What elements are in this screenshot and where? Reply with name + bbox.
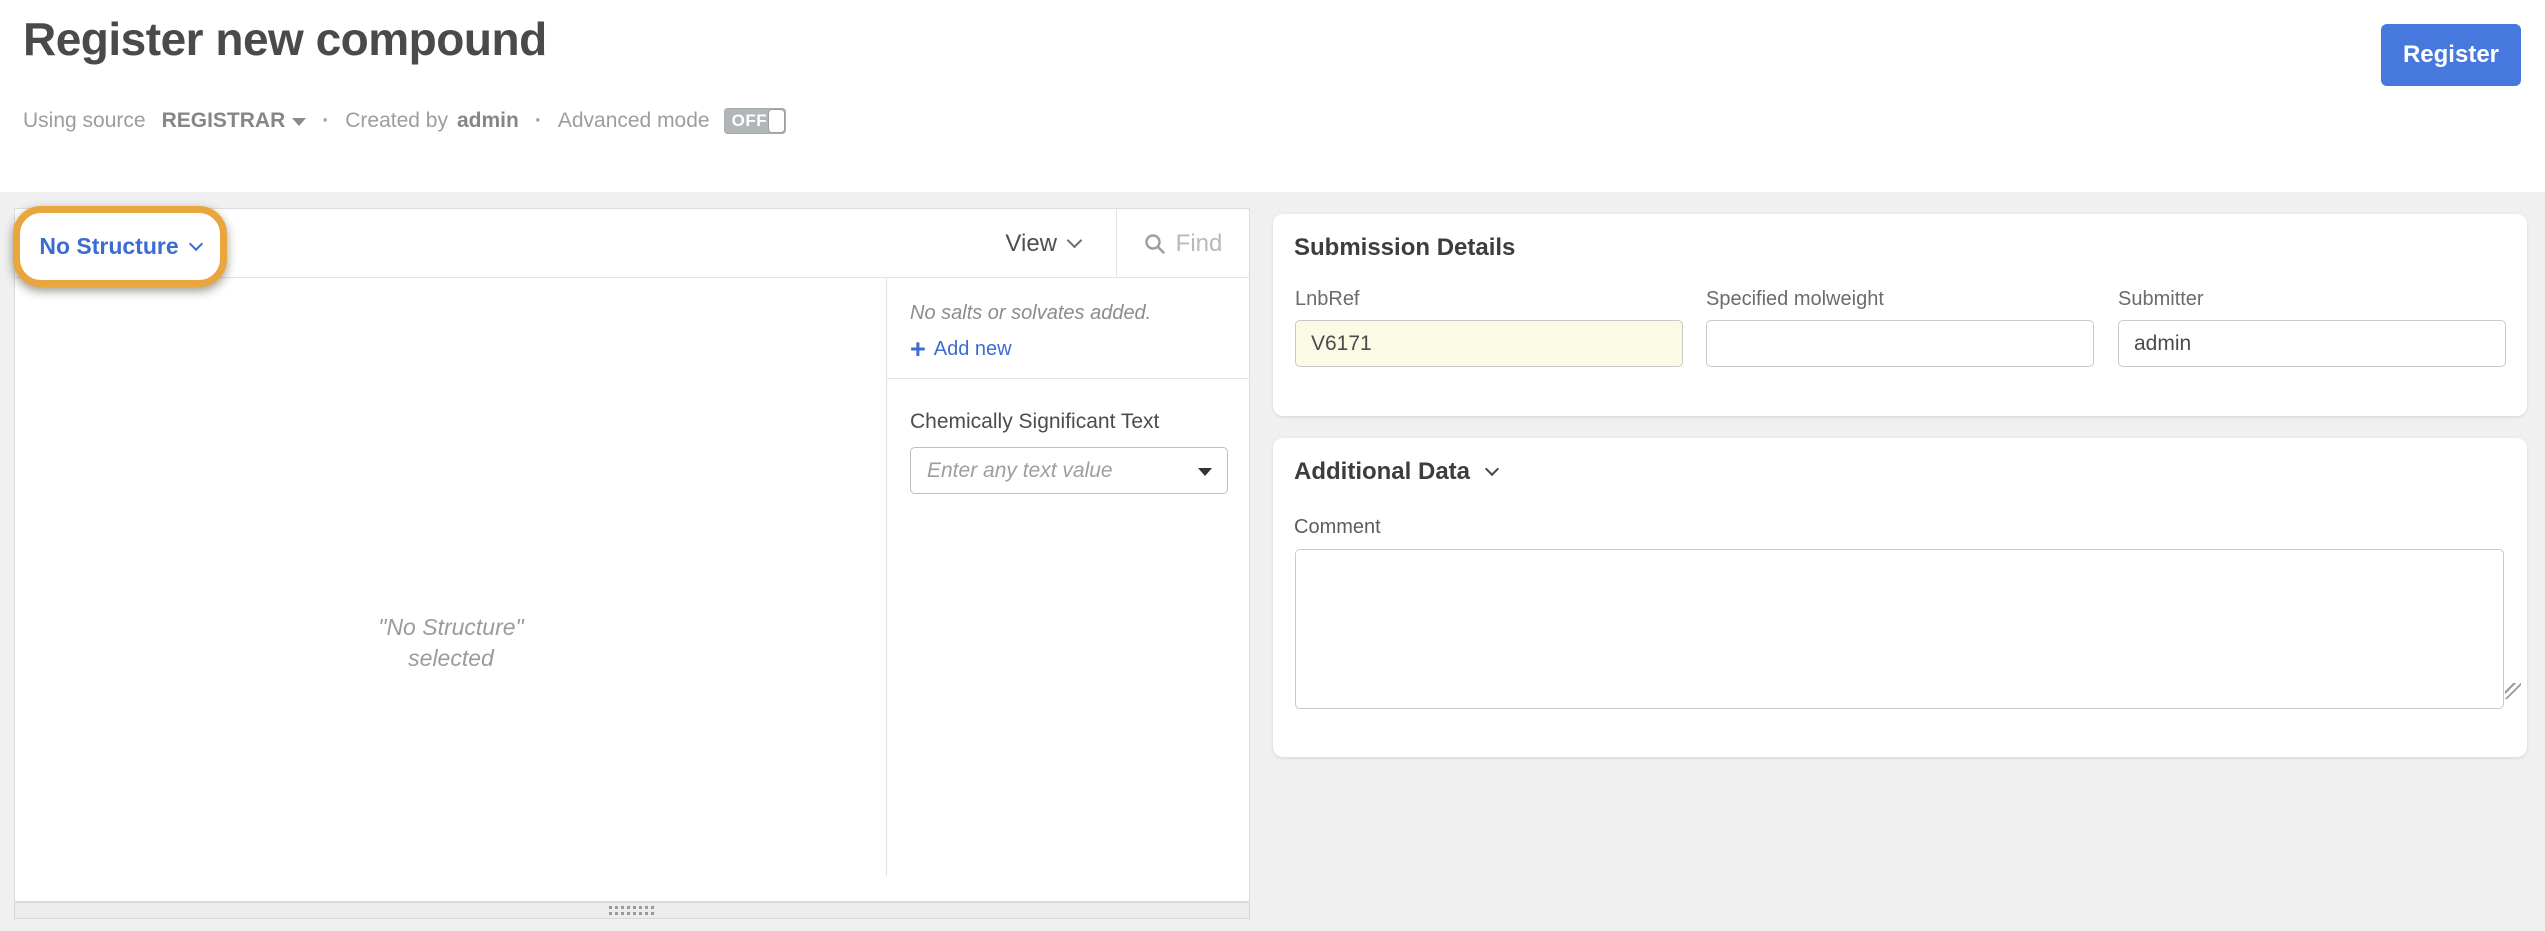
meta-separator: · bbox=[322, 109, 329, 133]
page-title: Register new compound bbox=[23, 12, 547, 66]
using-source-label: Using source bbox=[23, 109, 146, 133]
panel-resize-handle[interactable] bbox=[14, 902, 1250, 919]
cst-label: Chemically Significant Text bbox=[910, 410, 1250, 434]
molweight-label: Specified molweight bbox=[1706, 288, 2094, 311]
view-menu-label: View bbox=[1005, 230, 1057, 258]
salts-solvates-section: No salts or solvates added. + Add new bbox=[887, 278, 1250, 379]
find-button[interactable]: Find bbox=[1116, 209, 1249, 278]
source-caret-icon[interactable] bbox=[292, 118, 306, 126]
search-icon bbox=[1144, 233, 1166, 255]
molweight-input[interactable] bbox=[1706, 320, 2094, 367]
submitter-label: Submitter bbox=[2118, 288, 2506, 311]
add-new-salt-link[interactable]: + Add new bbox=[910, 338, 1250, 361]
structure-panel: View Find "No Structure" selected bbox=[14, 208, 1250, 902]
comment-textarea[interactable] bbox=[1295, 549, 2504, 709]
chemically-significant-text-section: Chemically Significant Text bbox=[887, 379, 1250, 494]
advanced-mode-label: Advanced mode bbox=[558, 109, 710, 133]
structure-canvas: "No Structure" selected bbox=[15, 278, 886, 902]
structure-type-label: No Structure bbox=[39, 233, 178, 260]
canvas-empty-message: "No Structure" selected bbox=[251, 612, 651, 674]
header-meta: Using source REGISTRAR · Created by admi… bbox=[23, 108, 786, 134]
find-label: Find bbox=[1176, 230, 1223, 258]
comment-label: Comment bbox=[1294, 516, 1381, 539]
source-dropdown[interactable]: REGISTRAR bbox=[162, 109, 286, 133]
combo-caret-icon[interactable] bbox=[1198, 468, 1212, 476]
toggle-knob[interactable] bbox=[769, 110, 784, 132]
register-compound-page: Register new compound Using source REGIS… bbox=[0, 0, 2545, 931]
collapse-chevron-icon[interactable] bbox=[1485, 462, 1499, 476]
add-new-label: Add new bbox=[934, 338, 1012, 361]
lnbref-input[interactable] bbox=[1295, 320, 1683, 367]
register-button[interactable]: Register bbox=[2381, 24, 2521, 86]
additional-data-card: Additional Data Comment bbox=[1273, 438, 2527, 757]
plus-icon: + bbox=[910, 339, 926, 359]
created-by-value: admin bbox=[457, 109, 519, 133]
submitter-field: Submitter bbox=[2118, 288, 2506, 367]
additional-data-title: Additional Data bbox=[1294, 458, 1497, 486]
textarea-resize-grip-icon[interactable] bbox=[2505, 683, 2521, 699]
view-menu-button[interactable]: View bbox=[975, 209, 1116, 278]
salts-empty-message: No salts or solvates added. bbox=[910, 302, 1250, 325]
highlight-ring: No Structure bbox=[13, 206, 227, 287]
chevron-down-icon bbox=[189, 236, 203, 250]
submission-details-title: Submission Details bbox=[1294, 234, 1515, 262]
created-by-label: Created by bbox=[345, 109, 448, 133]
molweight-field: Specified molweight bbox=[1706, 288, 2094, 367]
submission-details-card: Submission Details LnbRef Specified molw… bbox=[1273, 214, 2527, 416]
lnbref-label: LnbRef bbox=[1295, 288, 1683, 311]
additional-data-title-text: Additional Data bbox=[1294, 458, 1470, 486]
cst-combobox[interactable] bbox=[910, 447, 1228, 494]
chevron-down-icon bbox=[1067, 233, 1083, 249]
drag-handle-icon bbox=[609, 906, 655, 915]
lnbref-field: LnbRef bbox=[1295, 288, 1683, 367]
submitter-input[interactable] bbox=[2118, 320, 2506, 367]
toggle-state-label: OFF bbox=[732, 111, 768, 131]
meta-separator: · bbox=[535, 109, 542, 133]
canvas-empty-line1: "No Structure" bbox=[251, 612, 651, 643]
advanced-mode-toggle[interactable]: OFF bbox=[724, 108, 786, 134]
submission-details-title-text: Submission Details bbox=[1294, 234, 1515, 262]
structure-type-selector[interactable]: No Structure bbox=[39, 233, 200, 260]
canvas-empty-line2: selected bbox=[251, 643, 651, 674]
cst-input[interactable] bbox=[911, 448, 1227, 493]
